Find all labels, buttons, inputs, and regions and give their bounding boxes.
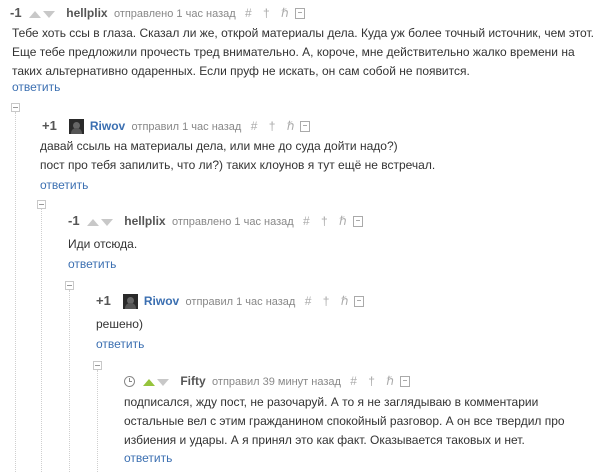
upvote-icon[interactable] xyxy=(86,219,99,227)
reply-link[interactable]: ответить xyxy=(12,80,60,94)
downvote-icon[interactable] xyxy=(42,11,55,19)
comment-rating: -1 xyxy=(68,213,80,228)
comment-author[interactable]: hellplix xyxy=(124,214,165,228)
comment-header: +1 Riwov отправил 1 час назад # † ℏ xyxy=(96,293,365,310)
comment-time: отправлено 1 час назад xyxy=(171,216,294,228)
collapse-toggle[interactable] xyxy=(11,103,20,112)
comment-header: -1 hellplix отправлено 1 час назад # † ℏ xyxy=(10,5,305,21)
comment-text: пост про тебя запилить, что ли?) таких к… xyxy=(40,158,436,172)
comment-text: Иди отсюда. xyxy=(68,237,138,251)
thread-line xyxy=(15,112,16,472)
comment-text: давай ссыль на материалы дела, или мне д… xyxy=(40,139,398,153)
avatar[interactable] xyxy=(68,119,84,135)
comment-author[interactable]: Riwov xyxy=(90,119,125,133)
reply-link[interactable]: ответить xyxy=(68,257,116,271)
downvote-icon[interactable] xyxy=(157,379,169,387)
comment-text: решено) xyxy=(96,317,143,331)
collapse-toggle[interactable] xyxy=(93,361,102,370)
thread-line xyxy=(97,370,98,472)
comment-rating: +1 xyxy=(42,118,57,133)
comment-tool-icons[interactable]: # † ℏ xyxy=(305,294,353,308)
clock-icon xyxy=(124,376,135,388)
save-icon[interactable] xyxy=(294,8,305,20)
comment-rating: -1 xyxy=(10,5,22,20)
upvote-icon[interactable] xyxy=(28,11,41,19)
vote-controls xyxy=(28,6,57,22)
avatar[interactable] xyxy=(122,294,138,310)
save-icon[interactable] xyxy=(399,376,410,388)
save-icon[interactable] xyxy=(354,296,365,308)
thread-line xyxy=(69,290,70,472)
comment-tool-icons[interactable]: # † ℏ xyxy=(251,119,299,133)
collapse-toggle[interactable] xyxy=(37,200,46,209)
comment-tool-icons[interactable]: # † ℏ xyxy=(303,214,351,228)
comment-time: отправлено 1 час назад xyxy=(113,8,236,20)
comment-header: Fifty отправил 39 минут назад # † ℏ xyxy=(124,373,410,389)
comment-header: +1 Riwov отправил 1 час назад # † ℏ xyxy=(42,118,311,135)
comment-time: отправил 39 минут назад xyxy=(212,376,341,388)
comment-tool-icons[interactable]: # † ℏ xyxy=(350,374,398,388)
thread-line xyxy=(41,209,42,472)
comment-tool-icons[interactable]: # † ℏ xyxy=(245,6,293,20)
comment-time: отправил 1 час назад xyxy=(185,296,296,308)
comment-text: Тебе хоть ссы в глаза. Сказал ли же, отк… xyxy=(12,26,594,78)
reply-link[interactable]: ответить xyxy=(124,451,172,465)
comment-author[interactable]: Fifty xyxy=(180,374,205,388)
comment-header: -1 hellplix отправлено 1 час назад # † ℏ xyxy=(68,213,363,229)
comment-author[interactable]: Riwov xyxy=(144,294,179,308)
vote-controls xyxy=(143,374,171,390)
collapse-toggle[interactable] xyxy=(65,281,74,290)
save-icon[interactable] xyxy=(300,121,311,133)
save-icon[interactable] xyxy=(352,216,363,228)
comment-author[interactable]: hellplix xyxy=(66,6,107,20)
reply-link[interactable]: ответить xyxy=(40,178,88,192)
vote-controls xyxy=(86,214,115,230)
downvote-icon[interactable] xyxy=(100,219,113,227)
comment-text: подписался, жду пост, не разочаруй. А то… xyxy=(124,395,565,447)
reply-link[interactable]: ответить xyxy=(96,337,144,351)
comment-time: отправил 1 час назад xyxy=(131,121,242,133)
comment-rating: +1 xyxy=(96,293,111,308)
upvote-icon[interactable] xyxy=(143,379,155,387)
